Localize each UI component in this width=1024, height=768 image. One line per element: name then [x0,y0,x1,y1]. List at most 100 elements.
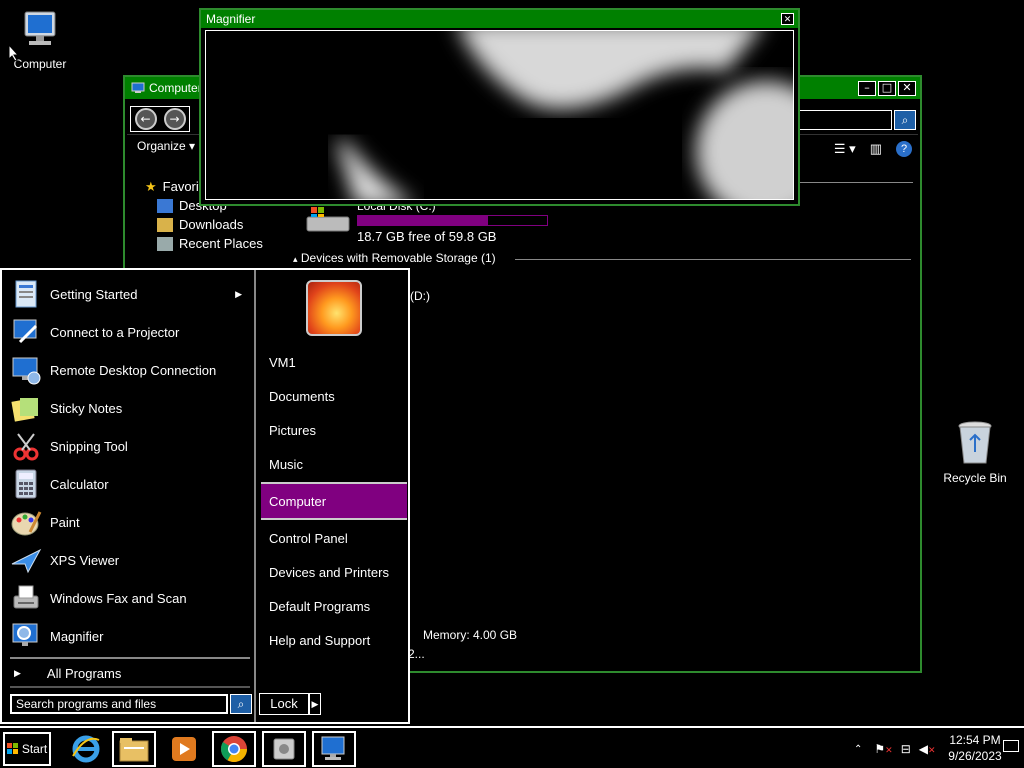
shutdown-options-button[interactable]: ▶ [309,693,321,715]
recycle-bin-icon [958,421,992,464]
magnifier-window[interactable]: Magnifier ✕ [199,8,800,206]
downloads-folder-icon [157,217,173,232]
magnifier-titlebar[interactable]: Magnifier [201,10,798,28]
taskbar-computer[interactable] [312,731,356,767]
drive-c-usage-fill [358,216,489,225]
collapse-icon: ▴ [293,254,298,264]
search-icon: ⌕ [901,113,909,127]
start-menu: Getting Started ▶ Connect to a Projector… [0,268,410,724]
paint-icon [11,511,42,536]
program-snipping-tool[interactable]: Snipping Tool [10,428,250,464]
maximize-button[interactable]: □ [878,81,896,96]
internet-explorer-icon [72,735,100,763]
lock-button[interactable]: Lock [259,693,309,715]
drive-c-free-space: 18.7 GB free of 59.8 GB [357,229,497,244]
file-explorer-icon [119,738,149,762]
start-menu-places: VM1 Documents Pictures Music Computer Co… [258,270,408,722]
explorer-search-input[interactable] [792,110,892,130]
remote-desktop-icon [12,357,41,385]
sidebar-item-recent-places[interactable]: Recent Places [145,234,305,253]
divider [10,686,250,688]
star-icon: ★ [145,178,157,194]
user-avatar[interactable] [306,280,362,336]
mouse-cursor-icon [8,44,20,62]
taskbar-chrome[interactable] [212,731,256,767]
program-connect-projector[interactable]: Connect to a Projector [10,314,250,350]
network-icon[interactable]: ⊟ [901,742,911,756]
divider [795,182,913,183]
minimize-button[interactable]: – [858,81,876,96]
place-computer[interactable]: Computer [261,482,407,520]
program-paint[interactable]: Paint [10,504,250,540]
program-sticky-notes[interactable]: Sticky Notes [10,390,250,426]
taskbar-disk-utility[interactable] [262,731,306,767]
getting-started-icon [15,280,37,308]
program-calculator[interactable]: Calculator [10,466,250,502]
program-remote-desktop[interactable]: Remote Desktop Connection [10,352,250,388]
fax-scan-icon [13,585,39,609]
hard-drive-icon [306,207,350,232]
chrome-icon [220,736,248,763]
magnifier-view [205,30,794,200]
computer-icon [131,82,145,93]
computer-icon [24,11,56,45]
xps-viewer-icon [11,548,42,574]
all-programs-button[interactable]: ▶ All Programs [10,662,250,684]
sticky-notes-icon [11,398,38,422]
help-icon[interactable]: ? [896,141,912,157]
projector-icon [13,319,38,344]
taskbar-file-explorer[interactable] [112,731,156,767]
sidebar-item-downloads[interactable]: Downloads [145,215,305,234]
view-options-icon[interactable]: ☰ ▾ [834,141,856,157]
start-menu-programs: Getting Started ▶ Connect to a Projector… [2,270,256,722]
taskbar-media-player[interactable] [162,731,206,767]
place-music[interactable]: Music [261,448,407,480]
magnified-content [336,31,793,199]
drive-c[interactable]: Local Disk (C:) 18.7 GB free of 59.8 GB [305,205,548,244]
magnifier-title: Magnifier [206,12,256,26]
taskbar-internet-explorer[interactable] [64,731,108,767]
place-devices-printers[interactable]: Devices and Printers [261,556,407,588]
start-search-input[interactable] [10,694,228,714]
preview-pane-icon[interactable]: ▥ [870,141,882,157]
search-icon: ⌕ [237,697,245,711]
drive-d-label[interactable]: (D:) [410,289,430,303]
explorer-search-button[interactable]: ⌕ [894,110,916,130]
nav-buttons: ← → [130,106,190,132]
desktop-icon-label: Recycle Bin [943,471,1007,485]
program-getting-started[interactable]: Getting Started ▶ [10,276,250,312]
place-control-panel[interactable]: Control Panel [261,522,407,554]
forward-button[interactable]: → [163,108,186,130]
memory-info: Memory: 4.00 GB [423,628,518,642]
program-fax-scan[interactable]: Windows Fax and Scan [10,580,250,616]
desktop-folder-icon [157,198,173,213]
place-vm1[interactable]: VM1 [261,346,407,378]
recent-places-icon [157,236,173,251]
show-desktop-icon[interactable] [1003,740,1019,752]
show-hidden-icons-icon[interactable]: ⌃ [854,744,862,755]
close-button[interactable]: ✕ [898,81,916,96]
program-magnifier[interactable]: Magnifier [10,618,250,654]
start-button[interactable]: Start [3,732,51,766]
computer-icon [321,736,345,760]
place-help-support[interactable]: Help and Support [261,624,407,656]
clock[interactable]: 12:54 PM 9/26/2023 [940,732,1010,764]
start-search-button[interactable]: ⌕ [230,694,252,714]
removable-storage-header[interactable]: ▴ Devices with Removable Storage (1) [293,251,496,265]
volume-icon[interactable]: ◀✕ [919,742,936,756]
media-player-icon [172,737,196,761]
action-center-flag-icon[interactable]: ⚑✕ [874,742,892,756]
view-controls: ☰ ▾ ▥ ? [834,141,912,157]
organize-button[interactable]: Organize ▾ [137,139,195,153]
desktop-icon-recycle-bin[interactable]: Recycle Bin [935,420,1015,485]
windows-logo-icon [6,743,18,754]
disk-icon [273,738,295,760]
magnifier-icon [12,623,38,646]
program-xps-viewer[interactable]: XPS Viewer [10,542,250,578]
back-button[interactable]: ← [134,108,157,130]
magnifier-close-button[interactable]: ✕ [781,13,794,25]
place-documents[interactable]: Documents [261,380,407,412]
place-default-programs[interactable]: Default Programs [261,590,407,622]
submenu-arrow-icon: ▶ [235,288,242,299]
place-pictures[interactable]: Pictures [261,414,407,446]
